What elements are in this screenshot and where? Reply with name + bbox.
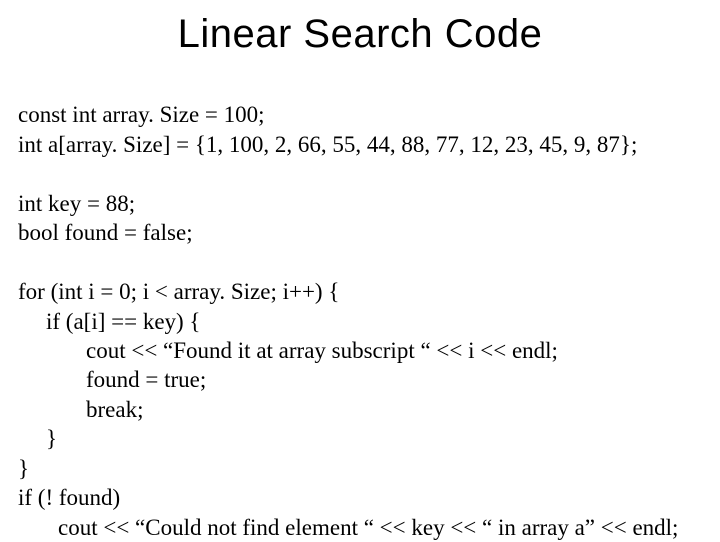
code-line: }: [18, 424, 57, 453]
code-line: cout << “Found it at array subscript “ <…: [18, 336, 558, 365]
code-line: bool found = false;: [18, 220, 193, 245]
code-line: int a[array. Size] = {1, 100, 2, 66, 55,…: [18, 132, 637, 157]
code-line: int key = 88;: [18, 191, 135, 216]
code-line: if (a[i] == key) {: [18, 307, 200, 336]
code-line: break;: [18, 395, 143, 424]
slide: Linear Search Code const int array. Size…: [0, 0, 720, 540]
code-line: }: [18, 456, 29, 481]
code-line: if (! found): [18, 485, 120, 510]
code-line: for (int i = 0; i < array. Size; i++) {: [18, 279, 339, 304]
code-line: found = true;: [18, 365, 206, 394]
code-block: const int array. Size = 100; int a[array…: [18, 71, 702, 542]
code-line: cout << “Could not find element “ << key…: [18, 513, 678, 542]
slide-title: Linear Search Code: [18, 12, 702, 57]
code-line: const int array. Size = 100;: [18, 102, 265, 127]
